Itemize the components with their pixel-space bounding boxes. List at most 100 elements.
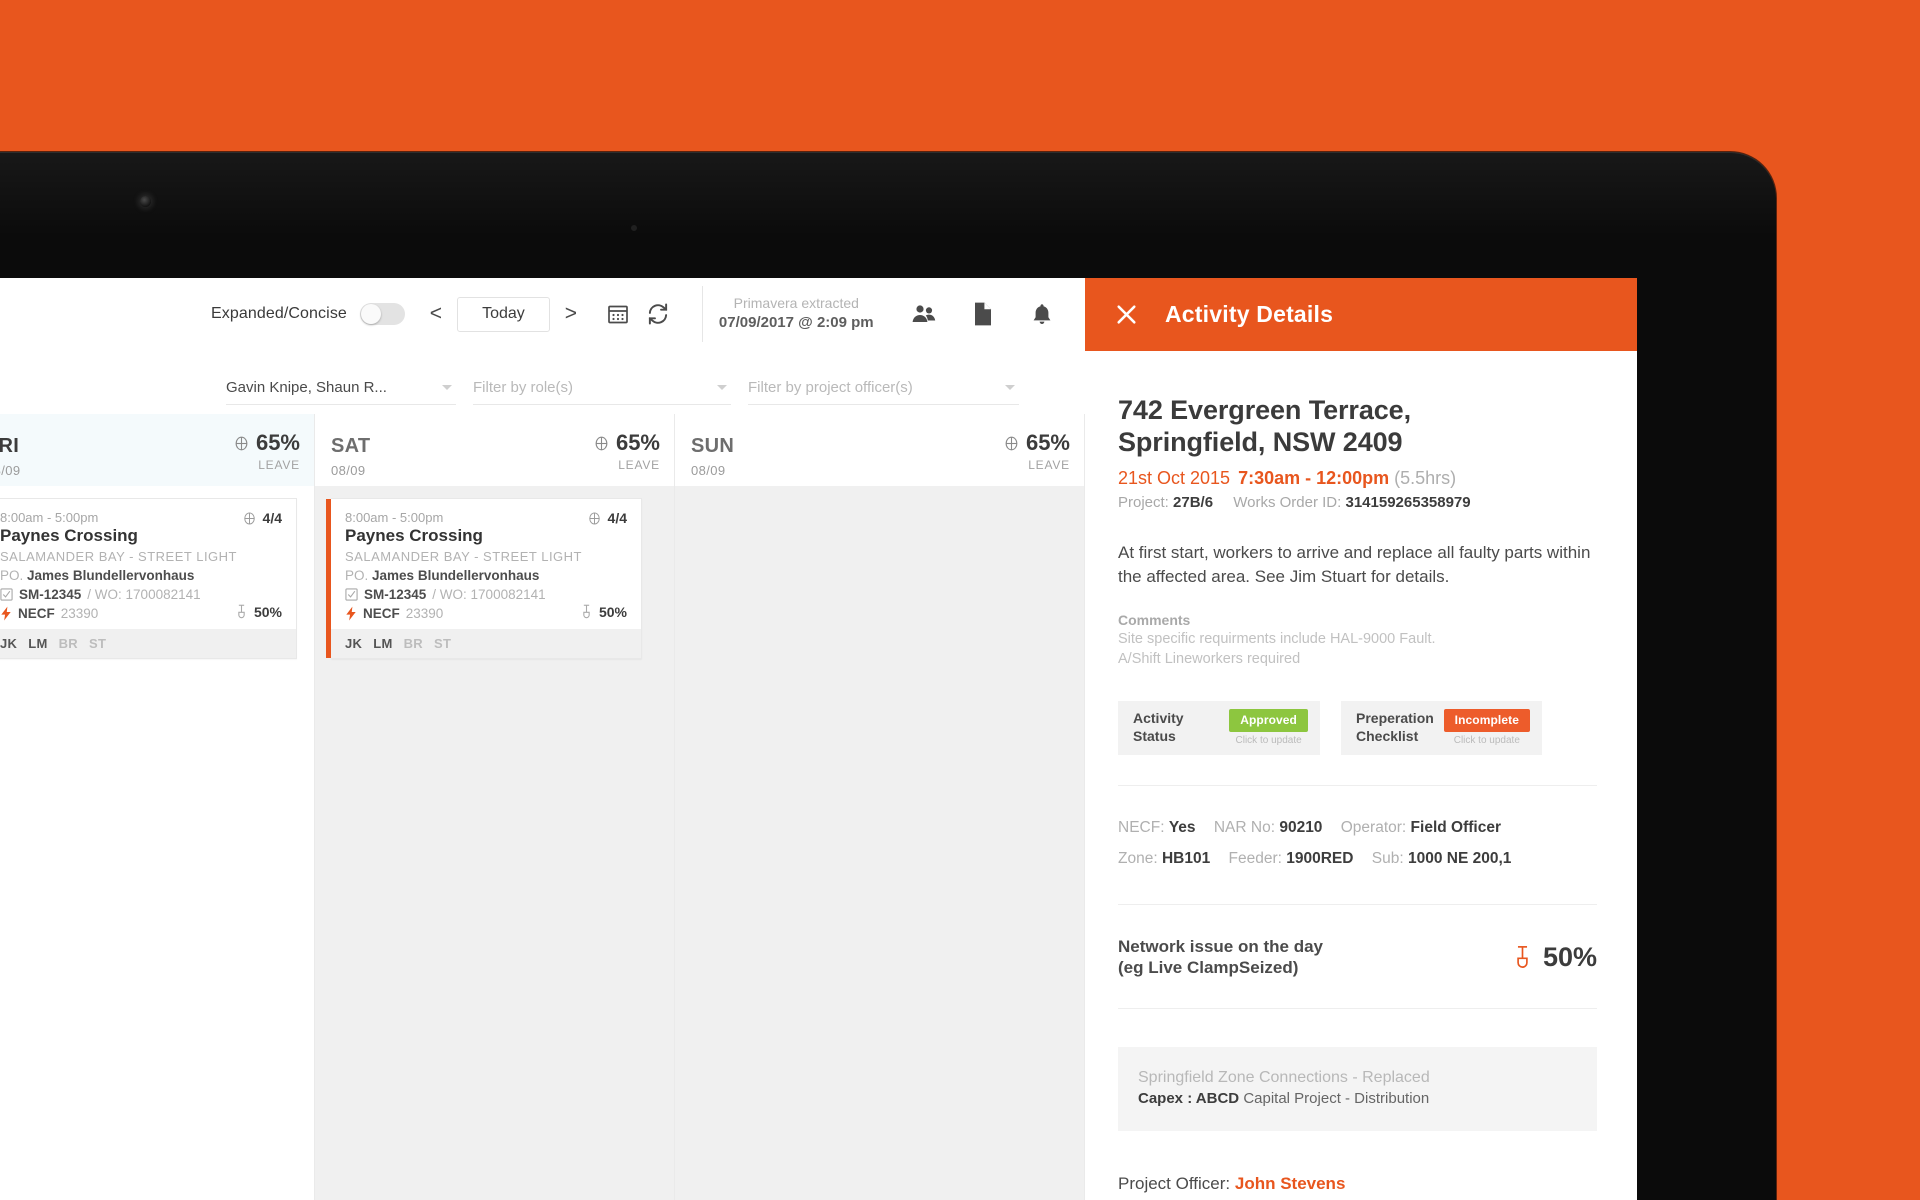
day-date: 08/09 — [331, 462, 366, 478]
activity-time: 8:00am - 5:00pm — [345, 510, 444, 525]
crew-count: 4/4 — [607, 510, 627, 526]
activity-sm-row: SM-12345 / WO: 1700082141 — [0, 587, 282, 602]
operator-value: Field Officer — [1410, 818, 1501, 836]
shovel-icon — [580, 604, 593, 619]
status-label-line-2: Status — [1133, 727, 1176, 744]
calendar-icon[interactable] — [598, 296, 638, 332]
leave-label: LEAVE — [618, 457, 660, 472]
panel-header: Activity Details — [1085, 278, 1637, 351]
checkbox-icon — [345, 588, 358, 601]
hardhat-icon — [233, 435, 250, 452]
crew-initials: JK LM BR ST — [0, 629, 296, 658]
day-column-header-fri[interactable]: FRI 65% — [0, 414, 315, 486]
day-column-fri: 8:00am - 5:00pm Paynes Crossing 4/4 SALA… — [0, 486, 315, 1200]
necf-label: NECF — [363, 606, 400, 621]
crew-count-badge: 4/4 — [242, 510, 282, 526]
activity-card[interactable]: 8:00am - 5:00pm Paynes Crossing 4/4 SALA… — [326, 498, 642, 659]
shovel-icon — [1513, 945, 1532, 969]
hardhat-icon — [587, 511, 602, 526]
network-issue-line-1: Network issue on the day — [1118, 936, 1323, 956]
role-filter-value: Filter by role(s) — [473, 379, 574, 396]
calendar-header-row: 65% LEAVE FRI — [0, 414, 1085, 486]
leave-label: LEAVE — [1028, 457, 1070, 472]
network-issue-value-wrap: 50% — [1513, 942, 1597, 973]
document-icon[interactable] — [963, 296, 1003, 332]
day-name: SUN — [691, 434, 735, 457]
crew-filter[interactable]: Gavin Knipe, Shaun R... — [226, 371, 456, 405]
divider — [1118, 784, 1597, 786]
comments-line-2: A/Shift Lineworkers required — [1118, 651, 1301, 668]
bell-icon[interactable] — [1022, 296, 1062, 332]
prev-day-button[interactable]: < — [419, 297, 453, 331]
address-line-1: 742 Evergreen Terrace, — [1118, 395, 1411, 425]
crew-initial: JK — [345, 636, 363, 651]
sensor-icon — [631, 225, 637, 231]
preperation-checklist-box[interactable]: Preperation Checklist Incomplete Click t… — [1341, 700, 1542, 755]
project-officer-filter-value: Filter by project officer(s) — [748, 379, 913, 396]
chevron-down-icon — [1005, 385, 1015, 390]
crew-initial: BR — [58, 636, 78, 651]
checkbox-icon — [0, 588, 13, 601]
filter-bar: Gavin Knipe, Shaun R... Filter by role(s… — [0, 351, 1085, 414]
feeder-value: 1900RED — [1286, 849, 1354, 867]
stage: Expanded/Concise < Today > Primavera ext… — [0, 0, 1920, 1200]
project-officer-row: Project Officer: John Stevens — [1118, 1171, 1597, 1197]
toolbar-divider — [701, 286, 703, 342]
crew-initial: JK — [0, 636, 18, 651]
day-column-sat: 8:00am - 5:00pm Paynes Crossing 4/4 SALA… — [315, 486, 675, 1200]
capex-detail: Capex : ABCD Capital Project - Distribut… — [1138, 1090, 1577, 1107]
activity-accent-bar — [326, 499, 331, 658]
day-column-sun — [675, 486, 1085, 1200]
activity-title: Paynes Crossing — [345, 526, 483, 545]
project-officer-name[interactable]: John Stevens — [1235, 1174, 1346, 1193]
laptop-screen: Expanded/Concise < Today > Primavera ext… — [0, 278, 1637, 1200]
status-label-line-1: Activity — [1133, 710, 1184, 727]
activity-status-box[interactable]: Activity Status Approved Click to update — [1118, 700, 1320, 755]
leave-percent: 65% — [233, 430, 300, 456]
role-filter[interactable]: Filter by role(s) — [473, 371, 731, 405]
next-day-button[interactable]: > — [554, 297, 588, 331]
po-label: PO. — [0, 568, 24, 583]
day-date: 08/09 — [0, 462, 21, 478]
chevron-down-icon — [717, 385, 727, 390]
today-button[interactable]: Today — [456, 296, 550, 332]
bezel-gloss — [0, 152, 1776, 272]
activity-po: PO. James Blundellervonhaus — [0, 568, 282, 583]
day-column-header-sat[interactable]: SAT 65% 08/09 LEAVE — [315, 414, 675, 486]
crew-initial: ST — [88, 636, 107, 651]
activity-location: SALAMANDER BAY - STREET LIGHT — [345, 549, 582, 564]
leave-percent-value: 65% — [615, 430, 660, 455]
activity-po: PO. James Blundellervonhaus — [345, 568, 627, 583]
activity-card[interactable]: 8:00am - 5:00pm Paynes Crossing 4/4 SALA… — [0, 498, 297, 659]
progress-value: 50% — [253, 603, 282, 620]
day-name: FRI — [0, 434, 20, 457]
activity-sm-row: SM-12345 / WO: 1700082141 — [345, 587, 627, 602]
nar-no-value: 90210 — [1279, 818, 1323, 836]
activity-project-line: Project: 27B/6 Works Order ID: 314159265… — [1118, 494, 1597, 511]
activity-details-panel: Activity Details 742 Evergreen Terrace, … — [1085, 278, 1637, 1200]
zone-value: HB101 — [1161, 849, 1211, 867]
webcam-icon — [140, 196, 151, 207]
activity-title: Paynes Crossing — [0, 526, 138, 545]
day-column-header-sun[interactable]: SUN 65% 08/09 LEAVE — [675, 414, 1085, 486]
shovel-icon — [235, 604, 248, 619]
necf-value: Yes — [1168, 818, 1196, 836]
day-name: SAT — [331, 434, 371, 457]
expanded-concise-toggle[interactable] — [359, 303, 405, 325]
crew-initial: BR — [403, 636, 423, 651]
capex-box: Springfield Zone Connections - Replaced … — [1118, 1047, 1597, 1132]
nar-no-label: NAR No: — [1213, 818, 1276, 836]
refresh-icon[interactable] — [638, 296, 678, 332]
sub-value: 1000 NE 200,1 — [1407, 849, 1512, 867]
toggle-knob — [360, 304, 381, 324]
crew-initials: JK LM BR ST — [331, 629, 641, 658]
panel-body: 742 Evergreen Terrace, Springfield, NSW … — [1085, 395, 1637, 1200]
necf-number: 23390 — [405, 606, 444, 621]
close-icon[interactable] — [1114, 302, 1139, 327]
project-officer-label: Project Officer: — [1118, 1174, 1231, 1194]
activity-address: 742 Evergreen Terrace, Springfield, NSW … — [1118, 395, 1597, 458]
people-icon[interactable] — [904, 296, 944, 332]
project-officer-filter[interactable]: Filter by project officer(s) — [748, 371, 1019, 405]
progress-badge: 50% — [235, 604, 282, 620]
leave-percent: 65% — [1003, 430, 1070, 456]
